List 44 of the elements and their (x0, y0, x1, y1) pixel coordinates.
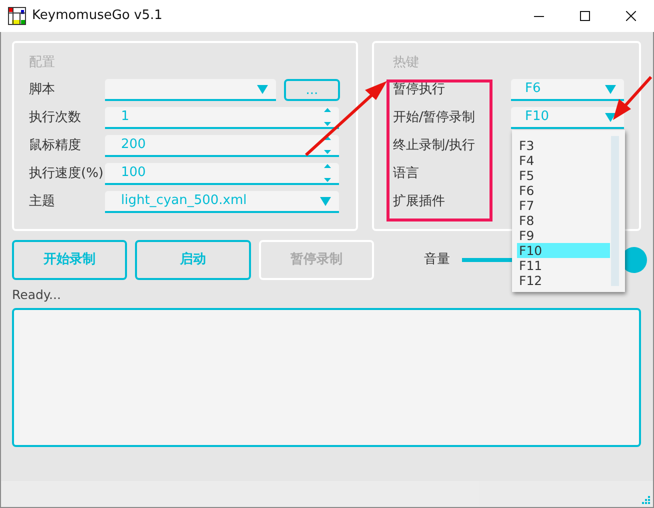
field-label: 扩展插件 (392, 193, 445, 212)
dropdown-item[interactable]: F3 (517, 138, 610, 153)
field-label: 执行速度(%) (29, 165, 104, 184)
field-value: 1 (121, 108, 130, 126)
field-value: 100 (121, 164, 146, 182)
spinner-icon[interactable] (324, 136, 331, 154)
field-label: 终止录制/执行 (392, 137, 476, 156)
dropdown-icon[interactable] (320, 196, 331, 206)
spinner-icon[interactable] (324, 164, 331, 182)
app-icon (8, 7, 26, 25)
field-value: light_cyan_500.xml (121, 192, 247, 210)
group-title: 热键 (392, 54, 420, 72)
dropdown-icon[interactable] (605, 84, 616, 94)
dropdown-item[interactable]: F12 (517, 273, 610, 288)
dropdown-item[interactable]: F5 (517, 168, 610, 183)
status-text: Ready... (12, 287, 61, 302)
field-label: 开始/暂停录制 (392, 109, 476, 128)
dropdown-item[interactable]: F10 (517, 243, 610, 258)
dropdown-item[interactable]: F8 (517, 213, 610, 228)
dropdown-item[interactable]: F7 (517, 198, 610, 213)
field-value: F10 (525, 108, 550, 126)
scrollbar-track[interactable] (611, 136, 619, 286)
spinner-icon[interactable] (324, 108, 331, 126)
group-title: 配置 (29, 54, 56, 72)
annotation-arrow (613, 76, 652, 120)
volume-label: 音量 (424, 251, 450, 270)
dropdown-icon[interactable] (605, 112, 616, 122)
field-label: 脚本 (29, 81, 56, 100)
field-value: F6 (525, 80, 541, 98)
field-label: 暂停执行 (392, 81, 445, 100)
field-label: 主题 (29, 193, 56, 212)
dropdown-icon[interactable] (257, 84, 268, 94)
window-title: KeymomuseGo v5.1 (32, 7, 162, 26)
resize-grip-icon[interactable] (641, 495, 650, 504)
dropdown-item[interactable]: F9 (517, 228, 610, 243)
combo-field[interactable] (105, 79, 276, 101)
field-label: 执行次数 (29, 109, 82, 128)
dropdown-item[interactable]: F4 (517, 153, 610, 168)
field-label: 语言 (392, 165, 419, 184)
field-value: 200 (121, 136, 146, 154)
field-label: 鼠标精度 (29, 137, 82, 156)
dropdown-item[interactable]: F6 (517, 183, 610, 198)
log-area[interactable] (12, 308, 641, 447)
dropdown-item[interactable]: F11 (517, 258, 610, 273)
